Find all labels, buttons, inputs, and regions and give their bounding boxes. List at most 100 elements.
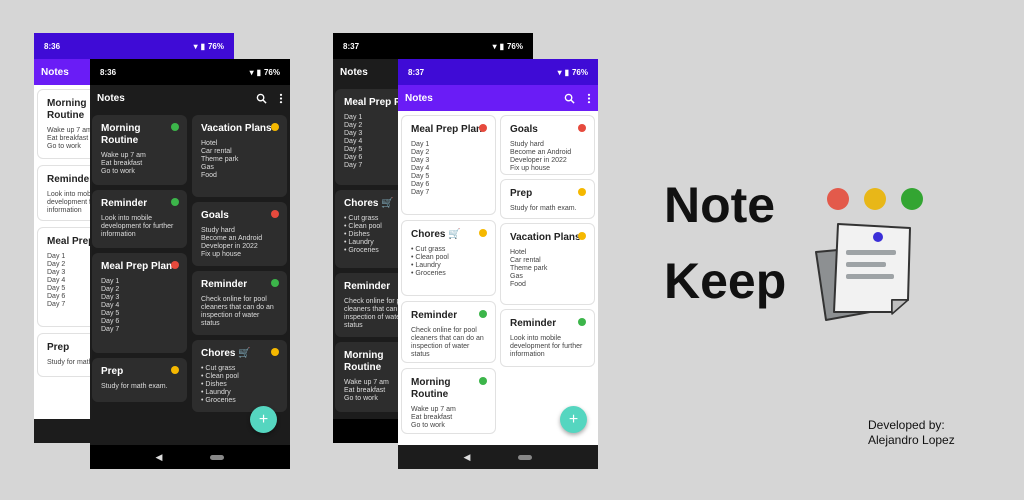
color-dot: [171, 123, 179, 131]
battery-level: 76%: [571, 67, 588, 77]
color-dot: [578, 232, 586, 240]
nav-home-icon[interactable]: [210, 454, 225, 460]
note-title: Reminder: [201, 279, 248, 290]
nav-back-icon[interactable]: ◀: [156, 452, 163, 463]
note-title: Vacation Plans: [510, 232, 581, 243]
more-vert-icon[interactable]: [587, 93, 591, 104]
color-dot: [578, 188, 586, 196]
logo-red-dot: [827, 188, 849, 210]
note-body: Study hard Become an Android Developer i…: [510, 141, 572, 172]
note-body: Study hard Become an Android Developer i…: [201, 227, 263, 258]
phone-light-front: 8:37 ▾ ▮ 76% Notes Meal Prep Plan Day 1 …: [398, 59, 598, 469]
color-dot: [271, 210, 279, 218]
color-dot: [479, 377, 487, 385]
note-card[interactable]: Vacation Plans Hotel Car rental Theme pa…: [192, 115, 287, 197]
app-title: Notes: [405, 92, 433, 104]
battery-icon: ▮: [564, 67, 569, 77]
battery-level: 76%: [207, 41, 224, 51]
note-title: Morning Routine: [101, 123, 141, 146]
note-title: Prep: [101, 366, 124, 377]
app-title: Notes: [340, 66, 368, 78]
note-card[interactable]: Chores 🛒 • Cut grass • Clean pool • Dish…: [192, 340, 287, 412]
status-time: 8:36: [44, 41, 61, 51]
app-title: Notes: [97, 92, 125, 104]
note-body: Day 1 Day 2 Day 3 Day 4 Day 5 Day 6 Day …: [411, 141, 430, 196]
nav-home-icon[interactable]: [518, 454, 533, 460]
note-body: Study for math exam.: [510, 205, 577, 212]
color-dot: [171, 261, 179, 269]
search-icon[interactable]: [256, 93, 267, 104]
logo-yellow-dot: [864, 188, 886, 210]
status-bar: 8:36 ▾ ▮ 76%: [34, 33, 234, 59]
color-dot: [578, 318, 586, 326]
add-note-button[interactable]: +: [250, 406, 277, 433]
note-title: Reminder: [510, 318, 557, 329]
note-card[interactable]: Reminder Look into mobile development fo…: [500, 309, 595, 367]
note-card[interactable]: Chores 🛒 • Cut grass • Clean pool • Laun…: [401, 220, 496, 296]
note-title: Morning Routine: [411, 377, 451, 400]
note-card[interactable]: Vacation Plans Hotel Car rental Theme pa…: [500, 223, 595, 305]
navigation-bar: ◀: [90, 445, 290, 469]
color-dot: [271, 348, 279, 356]
note-body: Check online for pool cleaners that can …: [201, 296, 274, 327]
color-dot: [271, 279, 279, 287]
note-card[interactable]: Reminder Check online for pool cleaners …: [192, 271, 287, 335]
logo-word-note: Note: [664, 177, 776, 233]
note-card[interactable]: Meal Prep Plan Day 1 Day 2 Day 3 Day 4 D…: [92, 253, 187, 353]
color-dot: [479, 124, 487, 132]
note-title: Goals: [510, 124, 538, 135]
color-dot: [479, 229, 487, 237]
wifi-icon: ▾: [193, 41, 198, 51]
battery-icon: ▮: [499, 41, 504, 51]
note-body: Hotel Car rental Theme park Gas Food: [510, 249, 548, 288]
note-body: Hotel Car rental Theme park Gas Food: [201, 140, 239, 179]
app-title: Notes: [41, 66, 69, 78]
status-time: 8:36: [100, 67, 117, 77]
battery-level: 76%: [263, 67, 280, 77]
developer-name: Alejandro Lopez: [868, 433, 955, 447]
wifi-icon: ▾: [492, 41, 497, 51]
note-logo-icon: [815, 223, 911, 321]
color-dot: [578, 124, 586, 132]
status-time: 8:37: [343, 41, 360, 51]
battery-level: 76%: [506, 41, 523, 51]
note-card[interactable]: Goals Study hard Become an Android Devel…: [192, 202, 287, 266]
status-time: 8:37: [408, 67, 425, 77]
add-icon: +: [258, 410, 269, 428]
note-card[interactable]: Morning Routine Wake up 7 am Eat breakfa…: [401, 368, 496, 434]
note-title: Vacation Plans: [201, 123, 272, 134]
wifi-icon: ▾: [249, 67, 254, 77]
nav-back-icon[interactable]: ◀: [464, 452, 471, 463]
note-card[interactable]: Meal Prep Plan Day 1 Day 2 Day 3 Day 4 D…: [401, 115, 496, 215]
logo-word-keep: Keep: [664, 253, 787, 309]
add-note-button[interactable]: +: [560, 406, 587, 433]
note-card[interactable]: Prep Study for math exam.: [500, 179, 595, 219]
color-dot: [171, 366, 179, 374]
navigation-bar: ◀: [398, 445, 598, 469]
note-title: Goals: [201, 210, 229, 221]
note-body: Look into mobile development for further…: [101, 215, 174, 238]
developer-credit: Developed by: Alejandro Lopez: [868, 418, 955, 448]
more-vert-icon[interactable]: [279, 93, 283, 104]
status-bar: 8:37 ▾ ▮ 76%: [333, 33, 533, 59]
note-card[interactable]: Prep Study for math exam.: [92, 358, 187, 402]
note-card[interactable]: Goals Study hard Become an Android Devel…: [500, 115, 595, 175]
note-title: Meal Prep Plan: [101, 261, 173, 272]
developer-label: Developed by:: [868, 418, 945, 432]
note-title: Chores 🛒: [411, 229, 461, 240]
wifi-icon: ▾: [557, 67, 562, 77]
logo-green-dot: [901, 188, 923, 210]
note-card[interactable]: Morning Routine Wake up 7 am Eat breakfa…: [92, 115, 187, 185]
color-dot: [171, 198, 179, 206]
phone-dark-front: 8:36 ▾ ▮ 76% Notes Morning Routine Wake …: [90, 59, 290, 469]
add-icon: +: [568, 410, 579, 428]
note-card[interactable]: Reminder Look into mobile development fo…: [92, 190, 187, 248]
note-body: Wake up 7 am Eat breakfast Go to work: [411, 406, 456, 429]
note-body: Look into mobile development for further…: [510, 335, 583, 358]
app-bar: Notes: [90, 85, 290, 111]
note-card[interactable]: Reminder Check online for pool cleaners …: [401, 301, 496, 363]
search-icon[interactable]: [564, 93, 575, 104]
note-title: Chores 🛒: [201, 348, 251, 359]
battery-icon: ▮: [200, 41, 205, 51]
note-body: • Cut grass • Clean pool • Dishes • Laun…: [201, 365, 239, 404]
